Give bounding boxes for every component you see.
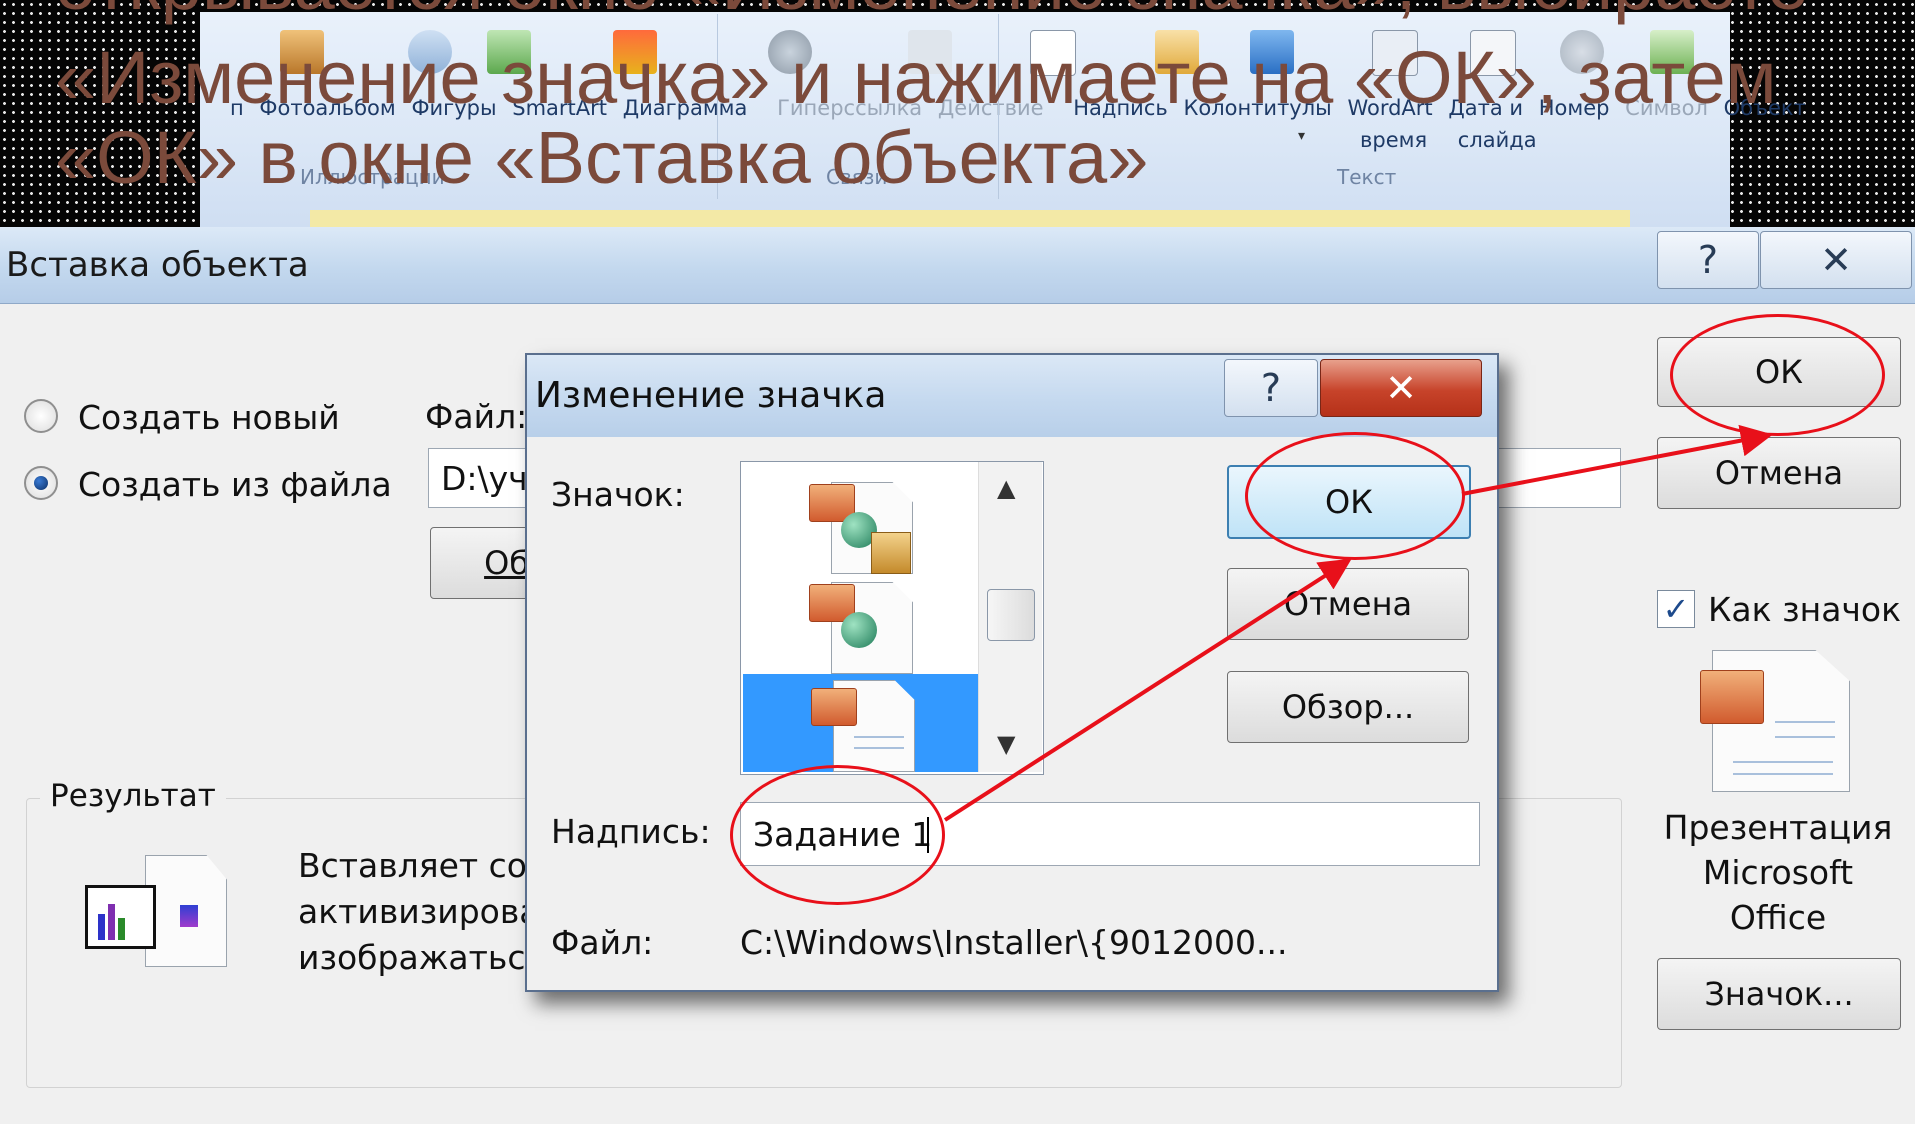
annotation-arrows	[943, 424, 1773, 822]
annotation-arrow-to-ok	[1461, 424, 1773, 496]
annotation-arrow-to-inner-ok	[943, 558, 1352, 822]
